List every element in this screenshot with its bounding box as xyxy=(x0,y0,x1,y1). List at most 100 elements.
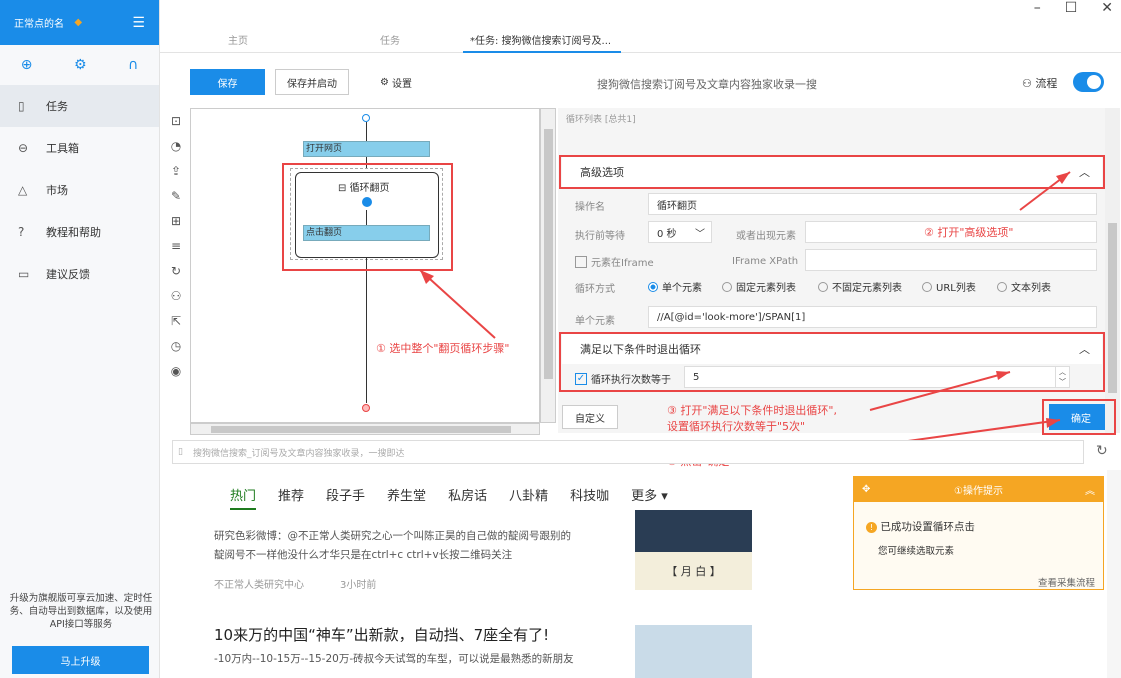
switch-dropdown-icon[interactable]: ≡ xyxy=(162,233,190,258)
scroll-thumb[interactable] xyxy=(544,129,553,379)
recognize-captcha-icon[interactable]: ⊞ xyxy=(162,208,190,233)
or-appear-label: 或者出现元素 xyxy=(736,231,796,242)
url-bar[interactable]: ▯ 搜狗微信搜索_订阅号及文章内容独家收录，一搜即达 xyxy=(172,440,1084,464)
input-text-icon[interactable]: ✎ xyxy=(162,183,190,208)
vip-diamond-icon: ◆ xyxy=(74,17,83,28)
canvas-vertical-scrollbar[interactable] xyxy=(540,108,556,423)
sidebar-item-help[interactable]: ? 教程和帮助 xyxy=(0,211,159,253)
settings-button[interactable]: ⚙ 设置 xyxy=(371,69,421,95)
sidebar-item-toolbox[interactable]: ⊖ 工具箱 xyxy=(0,127,159,169)
sidebar-item-label: 建议反馈 xyxy=(46,268,90,281)
wait-icon[interactable]: ◷ xyxy=(162,333,190,358)
iframe-label: 元素在Iframe xyxy=(591,258,654,269)
sidebar-item-feedback[interactable]: ▭ 建议反馈 xyxy=(0,253,159,295)
loop-mode-url-list[interactable]: URL列表 xyxy=(922,279,976,294)
news-category-nav: 热门 推荐 段子手 养生堂 私房话 八卦精 科技咖 更多 ▾ xyxy=(230,485,668,510)
canvas-horizontal-scrollbar[interactable] xyxy=(190,423,540,435)
flow-connector xyxy=(366,258,367,403)
upgrade-button[interactable]: 马上升级 xyxy=(12,646,149,674)
hint-header[interactable]: ✥ ①操作提示 ︽ xyxy=(854,477,1103,502)
sidebar-item-label: 教程和帮助 xyxy=(46,226,101,239)
flow-toggle[interactable] xyxy=(1073,72,1104,92)
end-icon[interactable]: ◉ xyxy=(162,358,190,383)
window-controls: – ☐ ✕ xyxy=(1034,0,1113,16)
iframe-xpath-input[interactable] xyxy=(805,249,1097,271)
custom-button[interactable]: 自定义 xyxy=(562,405,618,429)
nav-more-label: 更多 xyxy=(631,489,658,504)
nav-jokes[interactable]: 段子手 xyxy=(326,485,365,510)
sidebar-header: 正常点的名 ◆ ☰ xyxy=(0,0,159,45)
drag-icon[interactable]: ✥ xyxy=(862,484,870,495)
chevron-down-icon: ﹀ xyxy=(695,228,705,240)
single-element-xpath-input[interactable]: //A[@id='look-more']/SPAN[1] xyxy=(648,306,1097,328)
loop-mode-text-list[interactable]: 文本列表 xyxy=(997,279,1051,294)
url-text: 搜狗微信搜索_订阅号及文章内容独家收录，一搜即达 xyxy=(193,448,405,459)
radio-label: URL列表 xyxy=(936,283,976,294)
tab-current-task[interactable]: *任务: 搜狗微信搜索订阅号及... xyxy=(470,32,611,47)
article2-title[interactable]: 10来万的中国“神车”出新款，自动挡、7座全有了! xyxy=(214,624,549,645)
radio-selected-icon xyxy=(648,281,658,292)
annotation-step3a: ③ 打开"满足以下条件时退出循环", xyxy=(667,404,837,417)
sidebar-item-tasks[interactable]: ▯ 任务 xyxy=(0,85,159,127)
nav-health[interactable]: 养生堂 xyxy=(387,485,426,510)
nav-tech[interactable]: 科技咖 xyxy=(570,485,609,510)
article2-thumbnail[interactable] xyxy=(635,625,752,678)
maximize-icon[interactable]: ☐ xyxy=(1065,0,1078,16)
article1-thumbnail[interactable]: 【 月 白 】 xyxy=(635,510,752,590)
article1-snippet[interactable]: 研究色彩微博：@不正常人类研究之心一个叫陈正昊的自己做的靛阅号跟别的 靛阅号不一… xyxy=(214,527,624,565)
sidebar-item-label: 市场 xyxy=(46,184,68,197)
open-page-icon[interactable]: ⊡ xyxy=(162,108,190,133)
wait-value: 0 秒 xyxy=(657,228,677,240)
branch-icon[interactable]: ⚇ xyxy=(162,283,190,308)
op-name-input[interactable]: 循环翻页 xyxy=(648,193,1097,215)
page-vertical-scrollbar[interactable] xyxy=(1107,470,1121,678)
gear-icon: ⚙ xyxy=(380,76,389,88)
nav-hot[interactable]: 热门 xyxy=(230,485,257,510)
sidebar-item-market[interactable]: △ 市场 xyxy=(0,169,159,211)
annotation-box-exit xyxy=(559,332,1105,392)
nav-gossip[interactable]: 八卦精 xyxy=(509,485,548,510)
sidebar: 正常点的名 ◆ ☰ ⊕ ⚙ ∩ ▯ 任务 ⊖ 工具箱 △ 市场 ? 教程和帮助 … xyxy=(0,0,160,678)
flow-icon: ⚇ xyxy=(1022,77,1032,90)
nav-recommend[interactable]: 推荐 xyxy=(278,485,304,510)
nav-private[interactable]: 私房话 xyxy=(448,485,487,510)
view-flow-link[interactable]: 查看采集流程 xyxy=(1038,575,1095,589)
tab-home[interactable]: 主页 xyxy=(228,32,248,47)
scroll-thumb[interactable] xyxy=(1108,223,1117,393)
close-icon[interactable]: ✕ xyxy=(1101,0,1113,16)
loop-icon[interactable]: ↻ xyxy=(162,258,190,283)
loop-mode-fixed-list[interactable]: 固定元素列表 xyxy=(722,279,796,294)
nav-more[interactable]: 更多 ▾ xyxy=(631,485,668,510)
op-name-label: 操作名 xyxy=(575,202,605,213)
loop-mode-variable-list[interactable]: 不固定元素列表 xyxy=(818,279,902,294)
minimize-icon[interactable]: – xyxy=(1034,0,1041,16)
page-icon: ▯ xyxy=(178,447,183,457)
refresh-icon[interactable]: ↻ xyxy=(1096,443,1108,459)
loop-list-header: 循环列表 [总共1] xyxy=(566,115,636,125)
iframe-checkbox[interactable]: 元素在Iframe xyxy=(575,254,654,269)
add-icon[interactable]: ⊕ xyxy=(21,57,33,73)
loop-mode-label: 循环方式 xyxy=(575,284,615,295)
tab-tasks[interactable]: 任务 xyxy=(380,32,400,47)
settings-label: 设置 xyxy=(391,78,412,90)
brand-name: 正常点的名 xyxy=(14,19,64,30)
save-button[interactable]: 保存 xyxy=(190,69,265,95)
scroll-thumb[interactable] xyxy=(211,426,511,433)
headset-icon[interactable]: ∩ xyxy=(128,57,138,73)
flow-toggle-label: ⚇ 流程 xyxy=(1022,75,1057,91)
market-icon: △ xyxy=(18,183,28,197)
gear-icon[interactable]: ⚙ xyxy=(74,57,87,73)
panel-vertical-scrollbar[interactable] xyxy=(1105,108,1120,433)
annotation-step1: ① 选中整个"翻页循环步骤" xyxy=(376,342,510,355)
save-and-run-button[interactable]: 保存并启动 xyxy=(275,69,349,95)
tab-active-indicator xyxy=(463,51,621,53)
node-open-page[interactable]: 打开网页 xyxy=(303,141,430,157)
mouse-hover-icon[interactable]: ⇱ xyxy=(162,308,190,333)
menu-icon[interactable]: ☰ xyxy=(132,15,145,31)
wait-select[interactable]: 0 秒 ﹀ xyxy=(648,221,712,243)
loop-mode-single[interactable]: 单个元素 xyxy=(648,279,702,294)
task-title: 搜狗微信搜索订阅号及文章内容独家收录一搜 xyxy=(597,78,817,91)
collapse-icon[interactable]: ︽ xyxy=(1085,482,1095,497)
click-icon[interactable]: ◔ xyxy=(162,133,190,158)
extract-icon[interactable]: ⇪ xyxy=(162,158,190,183)
